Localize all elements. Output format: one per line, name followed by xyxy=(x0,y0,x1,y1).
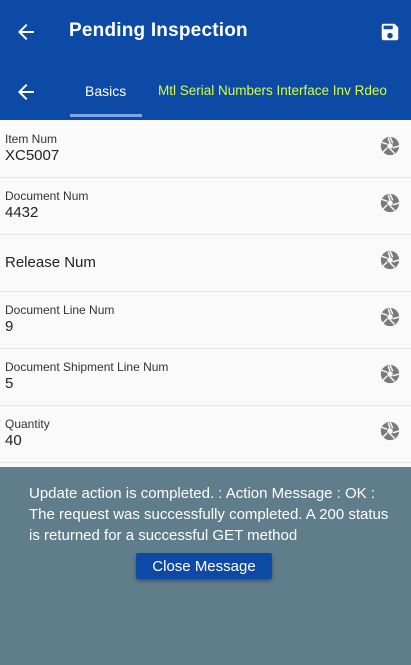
field-label: Item Num xyxy=(5,132,58,146)
field-label: Document Shipment Line Num xyxy=(5,360,169,374)
field-row-document-line-num: Document Line Num 9 xyxy=(0,291,411,349)
camera-shutter-icon[interactable] xyxy=(379,192,401,214)
field-value[interactable]: 40 xyxy=(5,432,22,449)
field-row-item-num: Item Num XC5007 xyxy=(0,120,411,178)
page-title: Pending Inspection xyxy=(69,20,248,41)
field-row-document-num: Document Num 4432 xyxy=(0,177,411,235)
field-label: Quantity xyxy=(5,417,50,431)
field-label: Document Line Num xyxy=(5,303,115,317)
camera-shutter-icon[interactable] xyxy=(379,306,401,328)
field-row-document-shipment-line-num: Document Shipment Line Num 5 xyxy=(0,348,411,406)
field-value[interactable]: 9 xyxy=(5,318,13,335)
field-label[interactable]: Release Num xyxy=(5,254,96,271)
back-arrow-icon[interactable] xyxy=(14,20,38,44)
tab-back-arrow-icon[interactable] xyxy=(14,80,38,104)
tab-mtl-serial-numbers[interactable]: Mtl Serial Numbers Interface Inv Rdeo xyxy=(158,83,387,98)
message-overlay: Update action is completed. : Action Mes… xyxy=(0,467,411,665)
field-list: Item Num XC5007 Document Num 4432 Releas… xyxy=(0,120,411,467)
camera-shutter-icon[interactable] xyxy=(379,420,401,442)
tab-basics[interactable]: Basics xyxy=(85,83,126,99)
camera-shutter-icon[interactable] xyxy=(379,135,401,157)
active-tab-indicator xyxy=(70,114,142,117)
save-icon[interactable] xyxy=(379,21,401,43)
action-message-text: Update action is completed. : Action Mes… xyxy=(29,485,389,544)
field-value[interactable]: 5 xyxy=(5,375,13,392)
field-value[interactable]: XC5007 xyxy=(5,147,59,164)
camera-shutter-icon[interactable] xyxy=(379,363,401,385)
tab-bar: Basics Mtl Serial Numbers Interface Inv … xyxy=(0,64,411,120)
app-bar: Pending Inspection xyxy=(0,0,411,64)
field-row-release-num: Release Num xyxy=(0,234,411,292)
field-label: Document Num xyxy=(5,189,89,203)
camera-shutter-icon[interactable] xyxy=(379,249,401,271)
field-row-quantity: Quantity 40 xyxy=(0,405,411,463)
close-message-button[interactable]: Close Message xyxy=(136,553,272,579)
field-value[interactable]: 4432 xyxy=(5,204,38,221)
